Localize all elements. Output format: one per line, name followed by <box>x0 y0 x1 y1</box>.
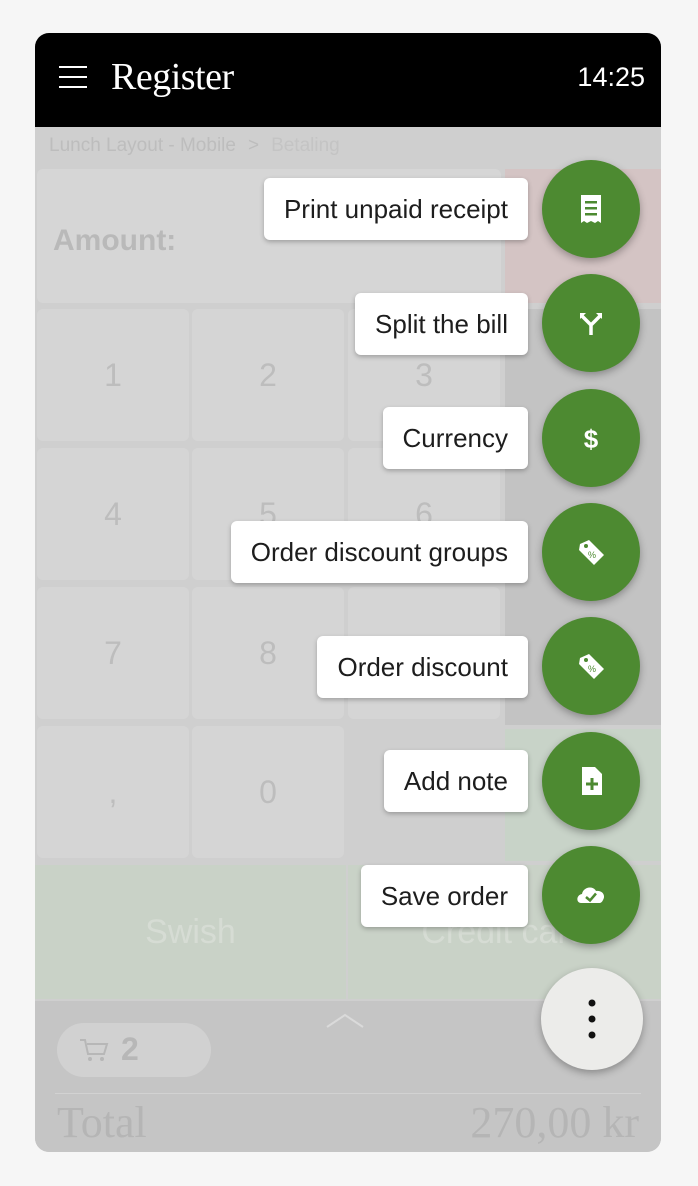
discount-tag-icon: % <box>579 654 604 679</box>
amount-label: Amount: <box>53 224 177 257</box>
total-value: 270,00 kr <box>470 1098 639 1147</box>
split-the-bill-label[interactable]: Split the bill <box>355 293 528 355</box>
speed-dial-toggle-button[interactable] <box>541 968 643 1070</box>
add-note-button[interactable] <box>542 732 640 830</box>
currency-label[interactable]: Currency <box>382 407 528 469</box>
total-label: Total <box>57 1098 147 1147</box>
receipt-icon <box>581 195 601 223</box>
keypad-key-2[interactable]: 2 <box>192 309 344 441</box>
breadcrumb-current: Betaling <box>271 135 340 156</box>
chevron-right-icon: > <box>247 135 260 156</box>
cloud-check-icon <box>577 887 605 903</box>
order-discount-groups-label[interactable]: Order discount groups <box>230 521 528 583</box>
svg-text:%: % <box>588 550 596 560</box>
currency-button[interactable]: $ <box>542 389 640 487</box>
cart-button[interactable]: 2 <box>57 1023 211 1077</box>
keypad-key-0[interactable]: 0 <box>192 726 344 858</box>
swish-button[interactable]: Swish <box>35 865 346 999</box>
note-add-icon <box>582 767 602 795</box>
cart-icon <box>80 1039 109 1061</box>
svg-text:$: $ <box>584 424 599 454</box>
breadcrumb-layout[interactable]: Lunch Layout - Mobile <box>49 135 236 156</box>
save-order-button[interactable] <box>542 846 640 944</box>
keypad-key-7[interactable]: 7 <box>37 587 189 719</box>
discount-tag-icon: % <box>579 540 604 565</box>
order-discount-label[interactable]: Order discount <box>317 636 528 698</box>
breadcrumb: Lunch Layout - Mobile > Betaling <box>49 135 340 157</box>
split-the-bill-button[interactable] <box>542 274 640 372</box>
more-vertical-icon <box>588 999 596 1039</box>
keypad-key-comma[interactable]: , <box>37 726 189 858</box>
add-note-label[interactable]: Add note <box>383 750 528 812</box>
print-unpaid-receipt-button[interactable] <box>542 160 640 258</box>
hamburger-menu-icon[interactable] <box>59 64 89 90</box>
dollar-icon: $ <box>584 424 599 454</box>
clock: 14:25 <box>577 62 645 92</box>
keypad-key-1[interactable]: 1 <box>37 309 189 441</box>
print-unpaid-receipt-label[interactable]: Print unpaid receipt <box>263 178 528 240</box>
svg-text:%: % <box>588 664 596 674</box>
keypad-key-4[interactable]: 4 <box>37 448 189 580</box>
chevron-up-icon[interactable] <box>325 1011 365 1031</box>
cart-count: 2 <box>121 1031 139 1067</box>
app-title: Register <box>111 56 234 98</box>
order-discount-groups-button[interactable]: % <box>542 503 640 601</box>
divider <box>55 1093 641 1094</box>
order-discount-button[interactable]: % <box>542 617 640 715</box>
top-bar: Register 14:25 <box>35 33 661 127</box>
split-icon <box>580 313 602 335</box>
save-order-label[interactable]: Save order <box>360 865 528 927</box>
